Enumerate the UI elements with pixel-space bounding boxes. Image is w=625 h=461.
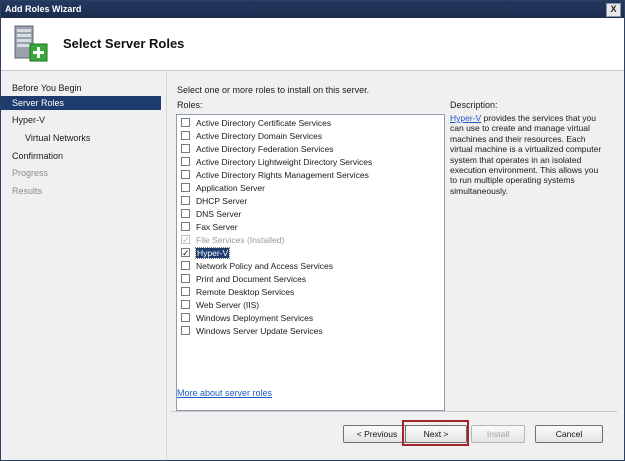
install-button: Install — [471, 425, 525, 443]
role-item[interactable]: Active Directory Rights Management Servi… — [181, 169, 369, 182]
checkbox[interactable] — [181, 287, 190, 297]
role-item[interactable]: Network Policy and Access Services — [181, 260, 333, 273]
role-item[interactable]: Remote Desktop Services — [181, 286, 294, 299]
checkbox[interactable] — [181, 144, 190, 154]
checkbox[interactable] — [181, 157, 190, 167]
role-item[interactable]: Application Server — [181, 182, 265, 195]
checkbox[interactable] — [181, 131, 190, 141]
role-item[interactable]: Windows Deployment Services — [181, 312, 313, 325]
wizard-nav: Before You Begin Server Roles Hyper-V Vi… — [1, 71, 167, 460]
role-label: Print and Document Services — [196, 274, 307, 284]
roles-label: Roles: — [177, 100, 203, 110]
hyper-v-link[interactable]: Hyper-V — [450, 113, 481, 123]
checkbox[interactable] — [181, 300, 190, 310]
server-add-icon — [14, 25, 48, 62]
checkbox[interactable] — [181, 261, 190, 271]
role-item[interactable]: Windows Server Update Services — [181, 325, 323, 338]
role-item[interactable]: Active Directory Domain Services — [181, 130, 322, 143]
role-label: Active Directory Domain Services — [196, 131, 323, 141]
checkbox-checked: ✓ — [181, 235, 190, 246]
role-item[interactable]: DHCP Server — [181, 195, 247, 208]
wizard-header: Select Server Roles — [1, 18, 624, 71]
description-label: Description: — [450, 100, 498, 110]
content-pane: Select one or more roles to install on t… — [167, 71, 624, 460]
role-item[interactable]: Fax Server — [181, 221, 238, 234]
page-title: Select Server Roles — [63, 36, 185, 51]
role-item[interactable]: Web Server (IIS) — [181, 299, 259, 312]
nav-item-confirmation[interactable]: Confirmation — [1, 149, 161, 163]
role-item[interactable]: ✓ Hyper-V — [181, 247, 231, 260]
checkbox[interactable] — [181, 118, 190, 128]
previous-button[interactable]: < Previous — [343, 425, 411, 443]
add-roles-wizard-window: Add Roles Wizard X Select Server Roles B… — [0, 0, 625, 461]
role-item[interactable]: Active Directory Certificate Services — [181, 117, 331, 130]
footer-divider — [171, 411, 617, 412]
checkbox[interactable] — [181, 209, 190, 219]
more-about-roles-link[interactable]: More about server roles — [177, 388, 272, 398]
cancel-button[interactable]: Cancel — [535, 425, 603, 443]
role-label: Application Server — [196, 183, 265, 193]
nav-item-before-you-begin[interactable]: Before You Begin — [1, 81, 161, 95]
role-item[interactable]: DNS Server — [181, 208, 241, 221]
role-label: Windows Deployment Services — [196, 313, 314, 323]
checkbox[interactable] — [181, 183, 190, 193]
checkbox[interactable] — [181, 196, 190, 206]
next-button-highlight — [402, 420, 469, 446]
role-label: File Services (Installed) — [196, 235, 285, 245]
close-button[interactable]: X — [606, 3, 621, 17]
checkbox[interactable] — [181, 274, 190, 284]
role-item[interactable]: Active Directory Federation Services — [181, 143, 333, 156]
role-label: Remote Desktop Services — [196, 287, 295, 297]
role-label: Fax Server — [196, 222, 238, 232]
nav-item-results: Results — [12, 186, 43, 196]
nav-item-server-roles[interactable]: Server Roles — [1, 96, 161, 110]
checkbox[interactable] — [181, 222, 190, 232]
role-label: Active Directory Lightweight Directory S… — [196, 157, 373, 167]
role-label: DHCP Server — [196, 196, 248, 206]
role-item[interactable]: Print and Document Services — [181, 273, 306, 286]
checkbox[interactable] — [181, 313, 190, 323]
description-body: provides the services that you can use t… — [450, 113, 602, 196]
nav-item-virtual-networks[interactable]: Virtual Networks — [1, 131, 161, 145]
role-item: ✓ File Services (Installed) — [181, 234, 284, 247]
checkbox-checked[interactable]: ✓ — [181, 248, 190, 258]
role-label: Active Directory Certificate Services — [196, 118, 332, 128]
checkbox[interactable] — [181, 170, 190, 180]
roles-list[interactable]: Active Directory Certificate Services Ac… — [176, 114, 445, 411]
role-label: Active Directory Rights Management Servi… — [196, 170, 369, 180]
nav-item-hyper-v[interactable]: Hyper-V — [1, 113, 161, 127]
role-label: Windows Server Update Services — [196, 326, 323, 336]
role-label: DNS Server — [196, 209, 242, 219]
role-item[interactable]: Active Directory Lightweight Directory S… — [181, 156, 372, 169]
instruction-text: Select one or more roles to install on t… — [177, 85, 370, 95]
role-label: Network Policy and Access Services — [196, 261, 333, 271]
role-label: Hyper-V — [194, 247, 231, 259]
window-title: Add Roles Wizard — [5, 4, 82, 14]
nav-item-progress: Progress — [12, 168, 49, 178]
role-label: Active Directory Federation Services — [196, 144, 334, 154]
title-bar[interactable]: Add Roles Wizard X — [1, 1, 624, 18]
role-label: Web Server (IIS) — [196, 300, 260, 310]
checkbox[interactable] — [181, 326, 190, 336]
description-text: Hyper-V provides the services that you c… — [450, 113, 602, 196]
